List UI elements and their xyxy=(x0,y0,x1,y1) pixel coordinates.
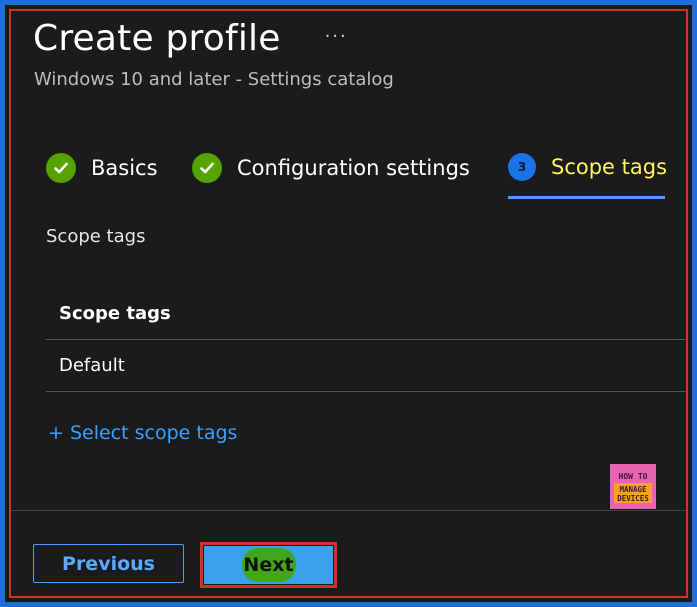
table-row: Default xyxy=(46,340,686,392)
step-scope-tags[interactable]: 3 Scope tags xyxy=(508,153,667,181)
page-title: Create profile xyxy=(33,18,281,59)
how-to-manage-devices-logo: HOW TO MANAGE DEVICES xyxy=(610,464,656,509)
active-step-indicator xyxy=(508,196,665,199)
check-icon xyxy=(192,153,222,183)
step-label: Configuration settings xyxy=(237,156,470,180)
previous-button[interactable]: Previous xyxy=(33,544,184,583)
step-label: Basics xyxy=(91,156,158,180)
footer-divider xyxy=(11,510,686,511)
page-subtitle: Windows 10 and later - Settings catalog xyxy=(34,69,394,90)
logo-line-1: HOW TO xyxy=(619,472,648,481)
step-number-badge: 3 xyxy=(508,153,536,181)
next-button-highlight: Next xyxy=(200,542,337,588)
section-label: Scope tags xyxy=(46,226,146,247)
logo-line-3: DEVICES xyxy=(617,494,649,503)
header: Create profile ··· xyxy=(33,18,348,59)
next-button-label: Next xyxy=(243,554,294,576)
step-basics[interactable]: Basics xyxy=(46,153,158,183)
logo-line-2: MANAGE xyxy=(619,485,647,494)
step-label: Scope tags xyxy=(551,155,668,179)
step-configuration-settings[interactable]: Configuration settings xyxy=(192,153,470,183)
next-button[interactable]: Next xyxy=(204,546,333,584)
scope-tags-table: Scope tags Default xyxy=(46,287,686,392)
select-scope-tags-link[interactable]: + Select scope tags xyxy=(48,422,237,444)
check-icon xyxy=(46,153,76,183)
more-options-icon[interactable]: ··· xyxy=(325,26,348,47)
table-header: Scope tags xyxy=(46,287,686,340)
wizard-steps: Basics Configuration settings 3 Scope ta… xyxy=(46,153,686,203)
